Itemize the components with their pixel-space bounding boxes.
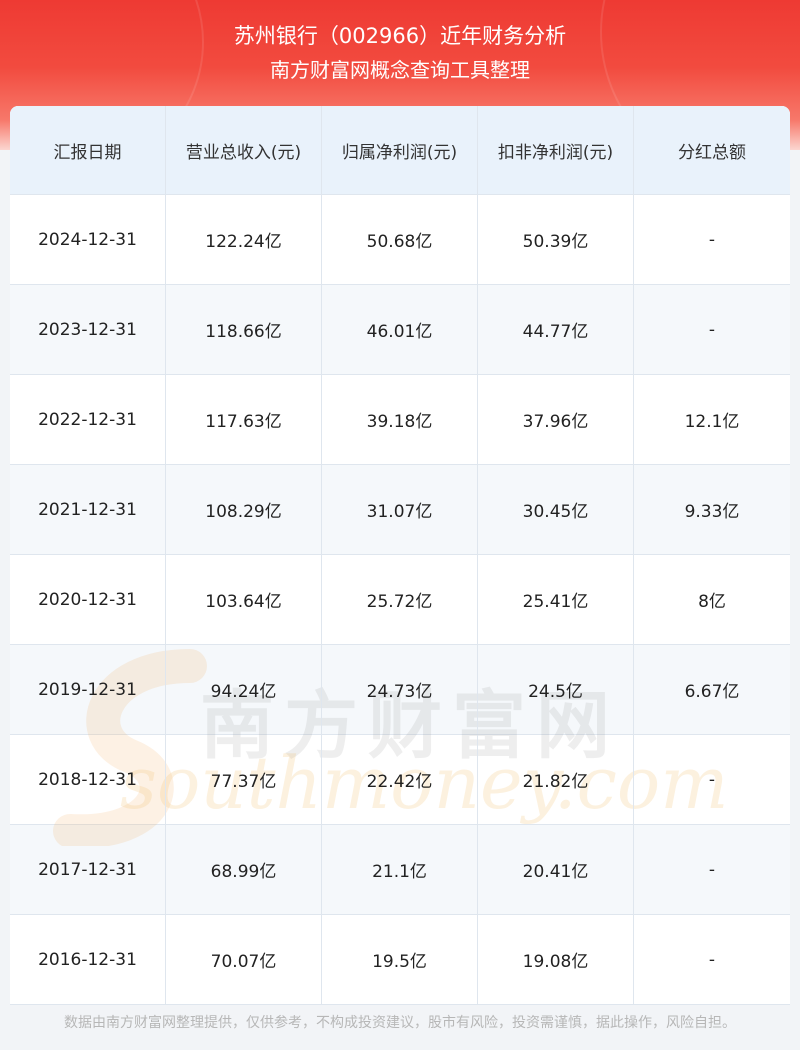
column-header-net-profit: 归属净利润(元)	[322, 106, 478, 194]
cell-date: 2018-12-31	[10, 735, 166, 824]
column-header-date: 汇报日期	[10, 106, 166, 194]
cell-dividend: -	[708, 769, 716, 790]
cell-net-profit: 25.72亿	[322, 555, 478, 644]
cell-date: 2022-12-31	[10, 375, 166, 464]
column-header-revenue: 营业总收入(元)	[166, 106, 322, 194]
table-row: 2024-12-31 122.24亿 50.68亿 50.39亿 -	[10, 195, 790, 285]
cell-dividend: 6.67亿	[684, 682, 740, 702]
cell-date: 2021-12-31	[10, 465, 166, 554]
cell-revenue: 94.24亿	[166, 645, 322, 734]
cell-dividend: -	[708, 859, 716, 880]
cell-net-profit: 24.73亿	[322, 645, 478, 734]
table-row: 2018-12-31 77.37亿 22.42亿 21.82亿 -	[10, 735, 790, 825]
cell-deducted-profit: 30.45亿	[478, 465, 634, 554]
table-row: 2021-12-31 108.29亿 31.07亿 30.45亿 9.33亿	[10, 465, 790, 555]
cell-deducted-profit: 19.08亿	[478, 915, 634, 1004]
cell-net-profit: 21.1亿	[322, 825, 478, 914]
page-title: 苏州银行（002966）近年财务分析	[233, 24, 567, 48]
cell-net-profit: 50.68亿	[322, 195, 478, 284]
cell-revenue: 77.37亿	[166, 735, 322, 824]
cell-net-profit: 19.5亿	[322, 915, 478, 1004]
cell-date: 2024-12-31	[10, 195, 166, 284]
cell-date: 2020-12-31	[10, 555, 166, 644]
cell-date: 2017-12-31	[10, 825, 166, 914]
cell-revenue: 70.07亿	[166, 915, 322, 1004]
disclaimer-text: 数据由南方财富网整理提供，仅供参考，不构成投资建议，股市有风险，投资需谨慎，据此…	[64, 1015, 736, 1031]
cell-deducted-profit: 24.5亿	[478, 645, 634, 734]
table-row: 2019-12-31 94.24亿 24.73亿 24.5亿 6.67亿	[10, 645, 790, 735]
cell-deducted-profit: 37.96亿	[478, 375, 634, 464]
cell-date: 2016-12-31	[10, 915, 166, 1004]
cell-deducted-profit: 44.77亿	[478, 285, 634, 374]
table-row: 2022-12-31 117.63亿 39.18亿 37.96亿 12.1亿	[10, 375, 790, 465]
cell-net-profit: 22.42亿	[322, 735, 478, 824]
cell-revenue: 122.24亿	[166, 195, 322, 284]
table-header-row: 汇报日期 营业总收入(元) 归属净利润(元) 扣非净利润(元) 分红总额	[10, 106, 790, 195]
cell-date: 2019-12-31	[10, 645, 166, 734]
column-header-dividend: 分红总额	[678, 142, 746, 163]
cell-revenue: 118.66亿	[166, 285, 322, 374]
table-row: 2016-12-31 70.07亿 19.5亿 19.08亿 -	[10, 915, 790, 1005]
cell-revenue: 103.64亿	[166, 555, 322, 644]
cell-net-profit: 31.07亿	[322, 465, 478, 554]
cell-deducted-profit: 50.39亿	[478, 195, 634, 284]
cell-revenue: 117.63亿	[166, 375, 322, 464]
cell-net-profit: 39.18亿	[322, 375, 478, 464]
cell-net-profit: 46.01亿	[322, 285, 478, 374]
cell-dividend: 9.33亿	[684, 502, 740, 522]
page-subtitle: 南方财富网概念查询工具整理	[270, 58, 530, 82]
cell-dividend: -	[708, 229, 716, 250]
table-row: 2020-12-31 103.64亿 25.72亿 25.41亿 8亿	[10, 555, 790, 645]
cell-deducted-profit: 25.41亿	[478, 555, 634, 644]
column-header-deducted-profit: 扣非净利润(元)	[478, 106, 634, 194]
table-row: 2017-12-31 68.99亿 21.1亿 20.41亿 -	[10, 825, 790, 915]
cell-date: 2023-12-31	[10, 285, 166, 374]
cell-dividend: 12.1亿	[684, 412, 740, 432]
cell-revenue: 68.99亿	[166, 825, 322, 914]
cell-dividend: -	[708, 319, 716, 340]
table-row: 2023-12-31 118.66亿 46.01亿 44.77亿 -	[10, 285, 790, 375]
cell-dividend: -	[708, 949, 716, 970]
cell-deducted-profit: 20.41亿	[478, 825, 634, 914]
cell-revenue: 108.29亿	[166, 465, 322, 554]
cell-dividend: 8亿	[698, 592, 726, 612]
cell-deducted-profit: 21.82亿	[478, 735, 634, 824]
financial-table: 南方财富网 southmoney.com 汇报日期 营业总收入(元) 归属净利润…	[10, 106, 790, 1005]
